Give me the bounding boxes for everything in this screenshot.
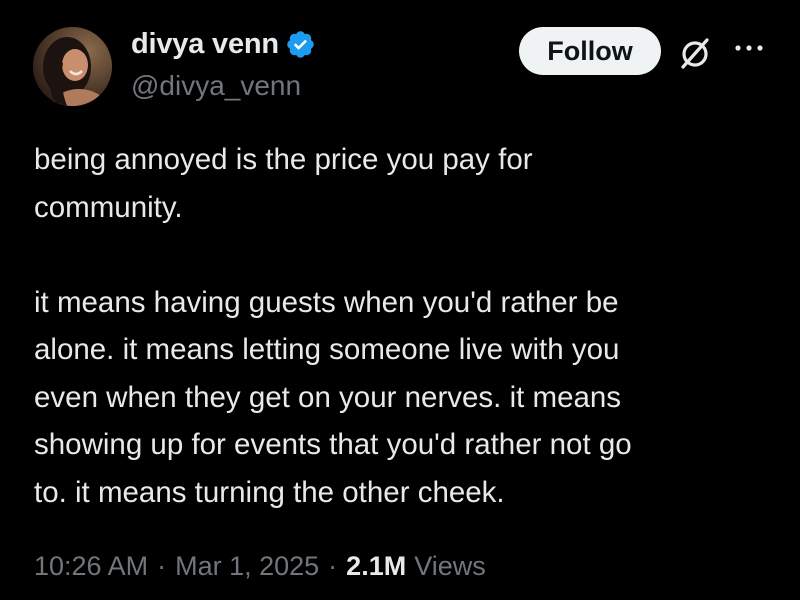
author-handle[interactable]: @divya_venn [131,70,301,102]
follow-button[interactable]: Follow [519,27,661,75]
author-display-name[interactable]: divya venn [131,28,279,61]
author-name-row: divya venn [131,28,316,61]
verified-badge-icon [285,29,316,60]
tweet-container: divya venn @divya_venn Follow being anno… [0,0,800,600]
views-label: Views [414,551,486,581]
grok-icon[interactable] [675,33,715,73]
views-count[interactable]: 2.1M [346,551,406,582]
more-options-icon[interactable] [731,38,767,58]
avatar-image [33,27,112,106]
tweet-meta: 10:26 AM · Mar 1, 2025 · 2.1M Views [34,551,486,582]
avatar[interactable] [33,27,112,106]
meta-separator: · [328,551,338,581]
tweet-text: being annoyed is the price you pay for c… [34,143,632,509]
tweet-time[interactable]: 10:26 AM [34,551,148,582]
meta-separator: · [157,551,167,581]
tweet-date[interactable]: Mar 1, 2025 [175,551,319,582]
